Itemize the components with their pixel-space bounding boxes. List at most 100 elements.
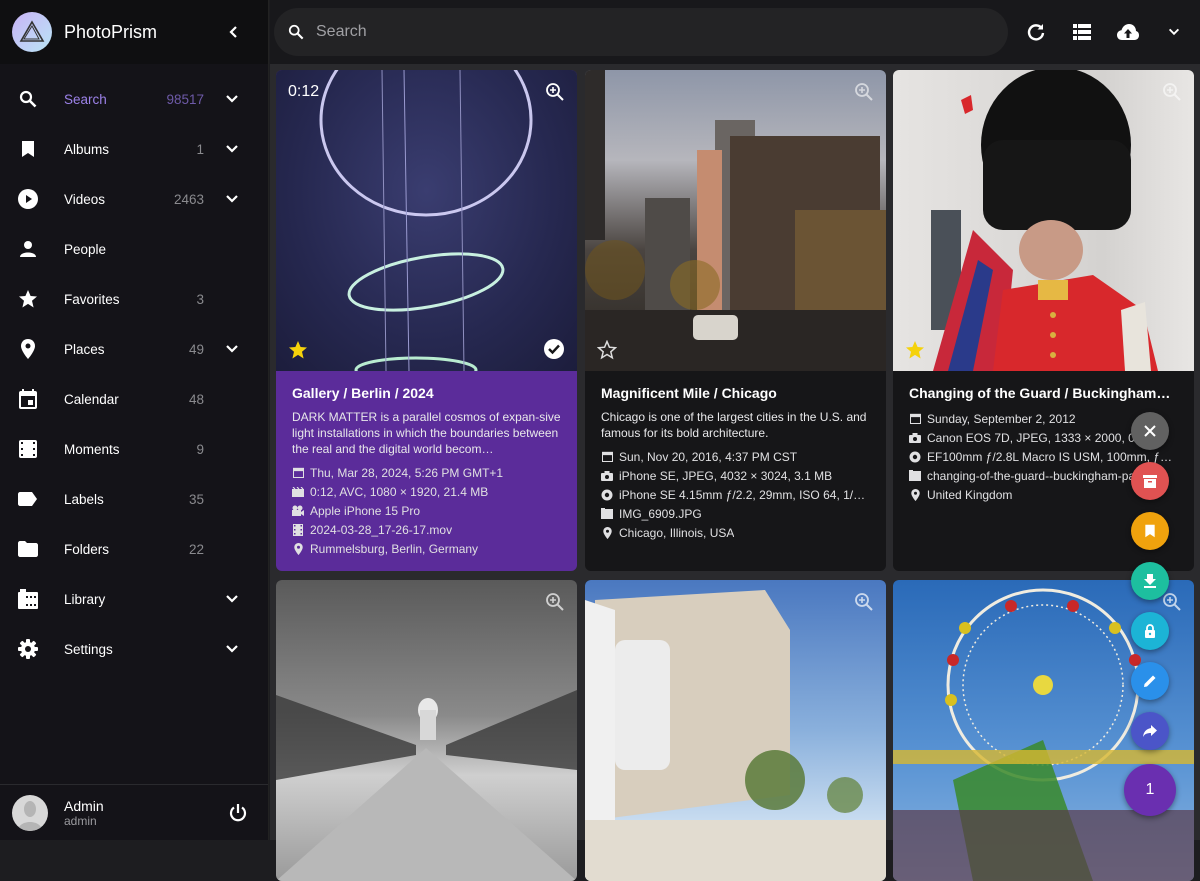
folder-icon: [18, 539, 38, 559]
download-button[interactable]: [1131, 562, 1169, 600]
zoom-in-icon[interactable]: [1162, 592, 1182, 612]
thumbnail-image: [931, 70, 1158, 371]
chevron-down-icon: [1168, 28, 1180, 36]
sidebar-item-label: Labels: [64, 491, 104, 507]
meta-filename: 2024-03-28_17-26-17.mov: [292, 520, 561, 539]
sidebar-item-moments[interactable]: Moments 9: [0, 424, 268, 474]
zoom-in-icon[interactable]: [854, 592, 874, 612]
photo-thumbnail[interactable]: [585, 580, 886, 881]
user-panel: Admin admin: [0, 784, 268, 840]
star-outline-icon[interactable]: [597, 340, 617, 360]
meta-camera: Apple iPhone 15 Pro: [292, 501, 561, 520]
photo-card[interactable]: Magnificent Mile / Chicago Chicago is on…: [585, 70, 886, 571]
bookmark-icon: [1145, 524, 1155, 538]
share-button[interactable]: [1131, 712, 1169, 750]
power-icon: [229, 803, 247, 821]
photoprism-logo[interactable]: [12, 12, 52, 52]
check-circle-icon[interactable]: [543, 338, 565, 360]
archive-icon: [1143, 475, 1157, 488]
view-list-icon: [1073, 24, 1091, 40]
calendar-icon: [601, 451, 613, 463]
sidebar-nav: Search 98517 Albums 1 Videos 2463 People…: [0, 64, 268, 674]
card-title: Magnificent Mile / Chicago: [601, 385, 777, 401]
meta-lens: iPhone SE 4.15mm ƒ/2.2, 29mm, ISO 64, 1/…: [601, 485, 870, 504]
sidebar-item-search[interactable]: Search 98517: [0, 74, 268, 124]
view-list-button[interactable]: [1062, 12, 1102, 52]
sidebar-item-count: 22: [188, 541, 204, 557]
meta-date: Thu, Mar 28, 2024, 5:26 PM GMT+1: [292, 463, 561, 482]
card-description: DARK MATTER is a parallel cosmos of expa…: [292, 410, 561, 456]
zoom-in-icon[interactable]: [545, 592, 565, 612]
add-to-album-button[interactable]: [1131, 512, 1169, 550]
cloud-upload-icon: [1117, 24, 1139, 40]
star-icon[interactable]: [905, 340, 925, 360]
sidebar-item-videos[interactable]: Videos 2463: [0, 174, 268, 224]
photo-card[interactable]: [585, 580, 886, 881]
reload-button[interactable]: [1016, 12, 1056, 52]
sidebar-item-favorites[interactable]: Favorites 3: [0, 274, 268, 324]
card-description: Chicago is one of the largest cities in …: [601, 410, 867, 440]
sidebar: PhotoPrism Search 98517 Albums 1 Videos …: [0, 0, 269, 840]
search-box[interactable]: [274, 8, 1008, 56]
refresh-icon: [1027, 24, 1045, 41]
chevron-down-icon[interactable]: [224, 591, 240, 607]
clear-selection-button[interactable]: [1131, 412, 1169, 450]
movie-icon: [292, 486, 304, 498]
photo-card[interactable]: [276, 580, 577, 881]
photo-thumbnail[interactable]: [585, 70, 886, 371]
zoom-in-icon[interactable]: [1162, 82, 1182, 102]
card-title: Gallery / Berlin / 2024: [292, 385, 434, 401]
sidebar-item-count: 2463: [173, 191, 204, 207]
sidebar-item-people[interactable]: People: [0, 224, 268, 274]
archive-button[interactable]: [1131, 462, 1169, 500]
chevron-down-icon[interactable]: [224, 641, 240, 657]
meta-video-info: 0:12, AVC, 1080 × 1920, 21.4 MB: [292, 482, 561, 501]
star-icon[interactable]: [288, 340, 308, 360]
user-login: admin: [64, 813, 97, 828]
sidebar-item-label: Folders: [64, 541, 110, 557]
sidebar-item-count: 98517: [166, 91, 204, 107]
card-title: Changing of the Guard / Buckingham…: [909, 385, 1171, 401]
photo-thumbnail[interactable]: 0:12: [276, 70, 577, 371]
avatar[interactable]: [12, 794, 48, 831]
sidebar-item-folders[interactable]: Folders 22: [0, 524, 268, 574]
person-icon: [18, 239, 38, 259]
sidebar-item-count: 35: [188, 491, 204, 507]
chevron-down-icon[interactable]: [224, 141, 240, 157]
app-name: PhotoPrism: [64, 21, 158, 42]
location-icon: [292, 542, 304, 555]
sidebar-item-settings[interactable]: Settings: [0, 624, 268, 674]
sidebar-item-places[interactable]: Places 49: [0, 324, 268, 374]
edit-button[interactable]: [1131, 662, 1169, 700]
photo-card[interactable]: 0:12 Gallery / Berlin / 2024 DARK MATTER…: [276, 70, 577, 571]
selection-count-button[interactable]: 1: [1124, 764, 1176, 816]
pencil-icon: [1144, 675, 1156, 687]
video-camera-icon: [292, 505, 304, 517]
logout-button[interactable]: [226, 801, 250, 825]
chevron-down-icon[interactable]: [224, 91, 240, 107]
aperture-icon: [909, 451, 921, 463]
thumbnail-image: [585, 70, 886, 371]
more-options-button[interactable]: [1154, 12, 1194, 52]
sidebar-item-library[interactable]: Library: [0, 574, 268, 624]
sidebar-item-albums[interactable]: Albums 1: [0, 124, 268, 174]
gear-icon: [18, 639, 38, 659]
thumbnail-image: [276, 690, 577, 881]
zoom-in-icon[interactable]: [854, 82, 874, 102]
sidebar-item-labels[interactable]: Labels 35: [0, 474, 268, 524]
selection-count: 1: [1145, 781, 1155, 798]
upload-button[interactable]: [1108, 12, 1148, 52]
photo-thumbnail[interactable]: [276, 580, 577, 881]
chevron-down-icon[interactable]: [224, 341, 240, 357]
sidebar-item-label: Favorites: [64, 291, 120, 307]
zoom-in-icon[interactable]: [545, 82, 565, 102]
private-button[interactable]: [1131, 612, 1169, 650]
sidebar-item-calendar[interactable]: Calendar 48: [0, 374, 268, 424]
collapse-sidebar-button[interactable]: [214, 12, 254, 52]
photo-thumbnail[interactable]: [893, 70, 1194, 371]
chevron-down-icon[interactable]: [224, 191, 240, 207]
search-input[interactable]: [316, 23, 916, 41]
share-icon: [1143, 725, 1157, 737]
card-info: Gallery / Berlin / 2024 DARK MATTER is a…: [276, 371, 577, 571]
bookmark-icon: [18, 139, 38, 159]
